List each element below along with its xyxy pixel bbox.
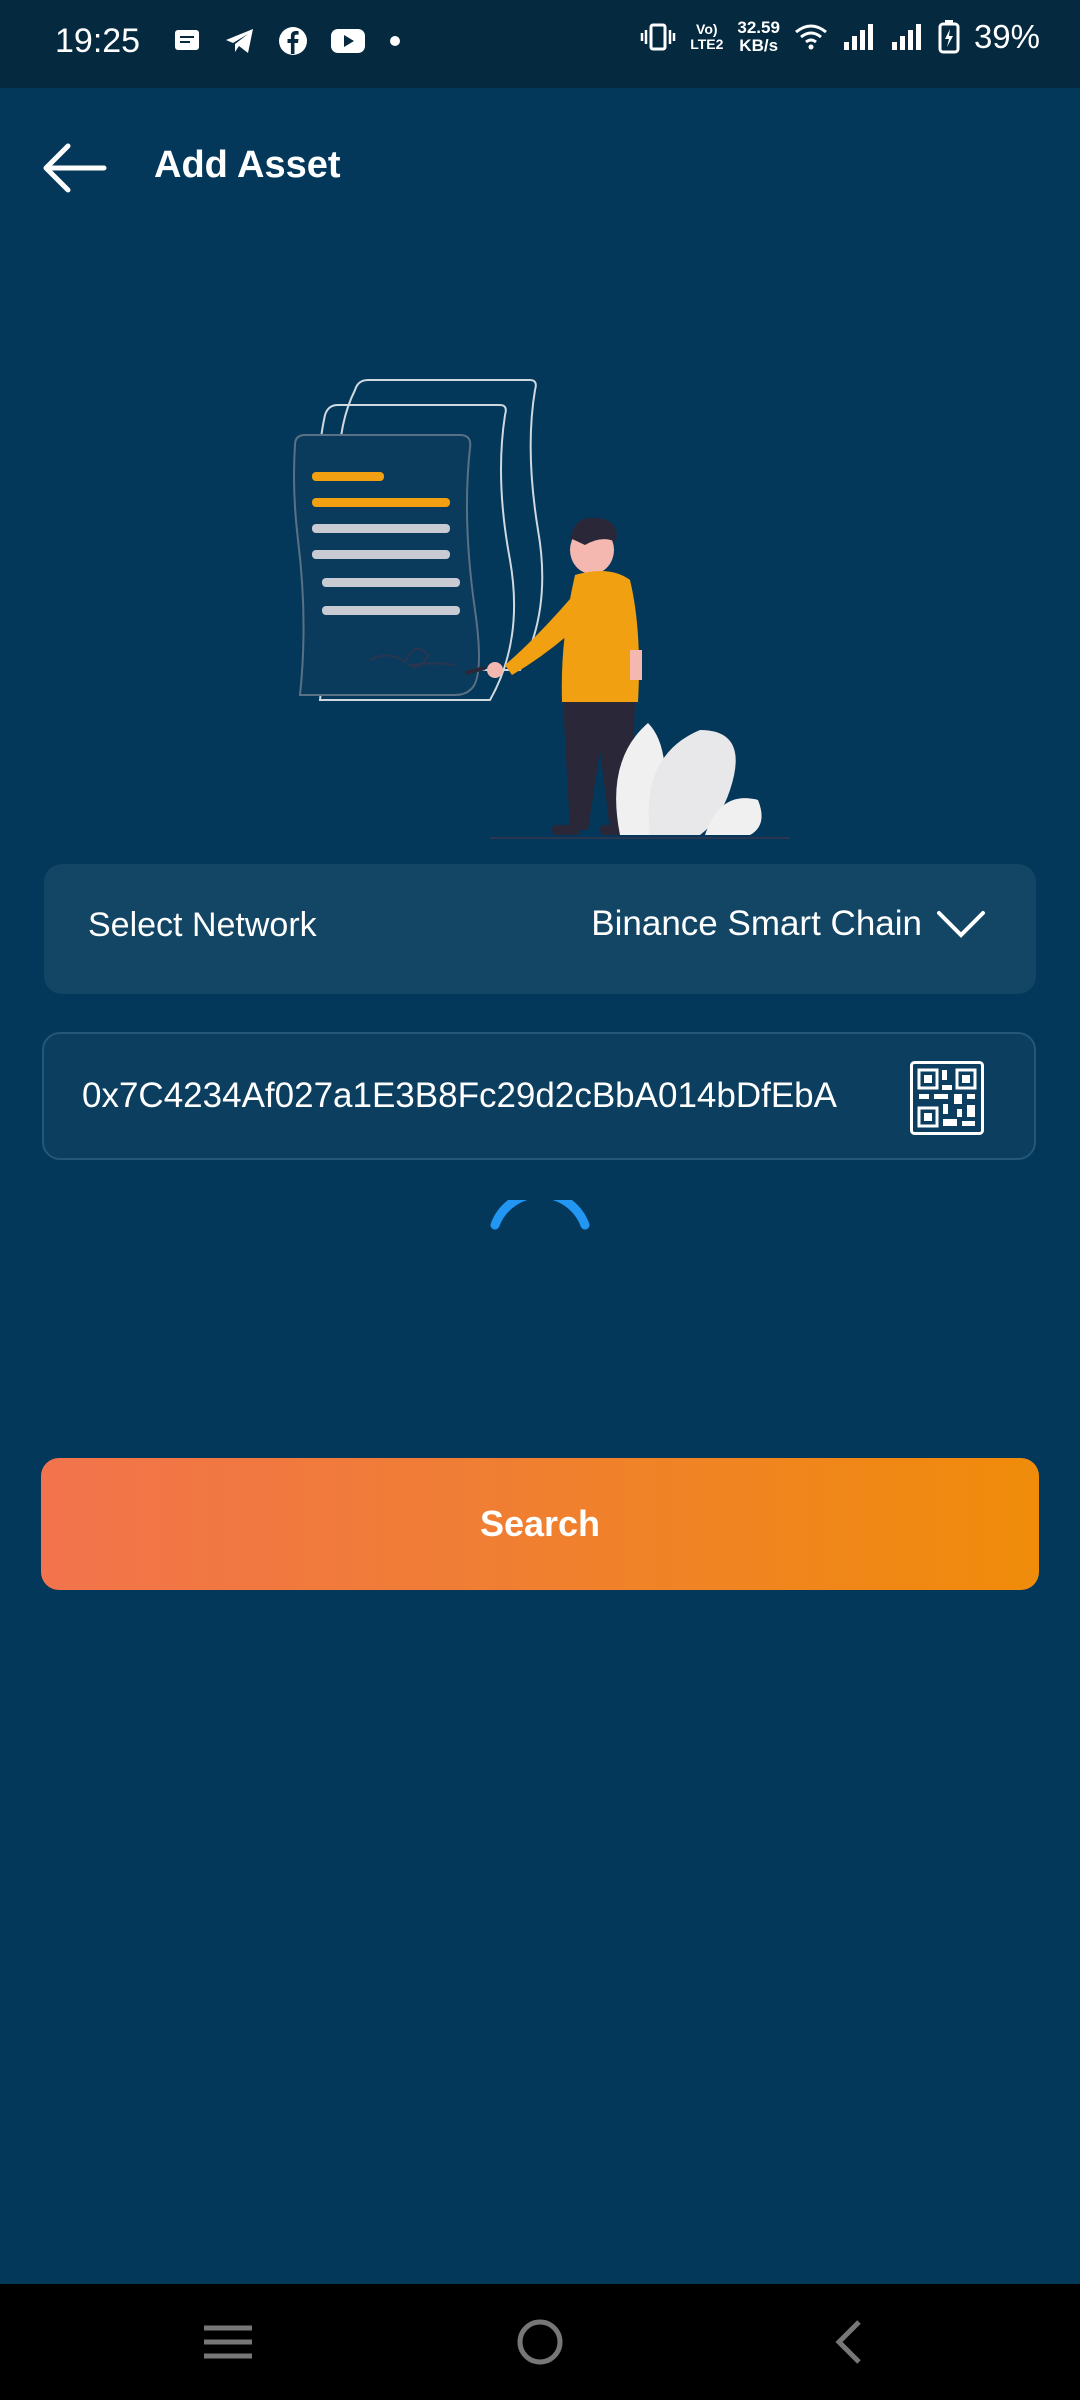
- back-button[interactable]: [40, 138, 120, 198]
- home-button[interactable]: [505, 2314, 575, 2370]
- network-selector[interactable]: Select Network Binance Smart Chain: [44, 864, 1036, 994]
- qr-code-icon: [910, 1061, 984, 1135]
- search-button[interactable]: Search: [41, 1458, 1039, 1590]
- menu-icon: [204, 2325, 252, 2359]
- message-icon: [175, 30, 199, 50]
- wifi-icon: [795, 24, 827, 50]
- status-time: 19:25: [55, 22, 141, 60]
- network-dropdown[interactable]: Binance Smart Chain: [591, 904, 986, 944]
- home-icon: [517, 2319, 563, 2365]
- battery-percent: 39%: [973, 18, 1040, 55]
- nav-back-button[interactable]: [815, 2314, 885, 2370]
- signal-icon: [843, 24, 873, 50]
- menu-button[interactable]: [194, 2314, 264, 2370]
- contract-address-input[interactable]: 0x7C4234Af027a1E3B8Fc29d2cBbA014bDfEbA: [82, 1066, 902, 1126]
- network-value: Binance Smart Chain: [591, 904, 922, 943]
- spinner-icon: [490, 1200, 590, 1230]
- status-right: Vo) LTE2 32.59 KB/s 39%: [640, 18, 1040, 56]
- youtube-icon: [331, 29, 365, 53]
- arrow-left-icon: [43, 143, 107, 193]
- vibrate-icon: [640, 23, 676, 51]
- network-label: Select Network: [88, 906, 317, 944]
- signal-icon-2: [891, 24, 921, 50]
- page-title: Add Asset: [154, 144, 341, 186]
- dot-icon: [390, 36, 400, 46]
- contract-illustration: [293, 379, 790, 839]
- telegram-icon: [226, 29, 253, 53]
- volte-label: Vo) LTE2: [690, 21, 724, 52]
- chevron-down-icon: [937, 911, 985, 938]
- search-button-label: Search: [479, 1503, 601, 1544]
- address-field: 0x7C4234Af027a1E3B8Fc29d2cBbA014bDfEbA: [42, 1032, 1036, 1160]
- battery-charging-icon: [938, 20, 960, 54]
- system-nav-bar: [0, 2284, 1080, 2400]
- app-bar: Add Asset: [0, 88, 1080, 240]
- notification-icons: [172, 26, 402, 56]
- back-icon: [835, 2320, 861, 2364]
- facebook-icon: [279, 27, 307, 55]
- status-bar: 19:25 Vo) LTE2 32.59 KB/s 39%: [0, 0, 1080, 88]
- net-speed: 32.59 KB/s: [737, 18, 780, 55]
- scan-qr-button[interactable]: [910, 1061, 984, 1135]
